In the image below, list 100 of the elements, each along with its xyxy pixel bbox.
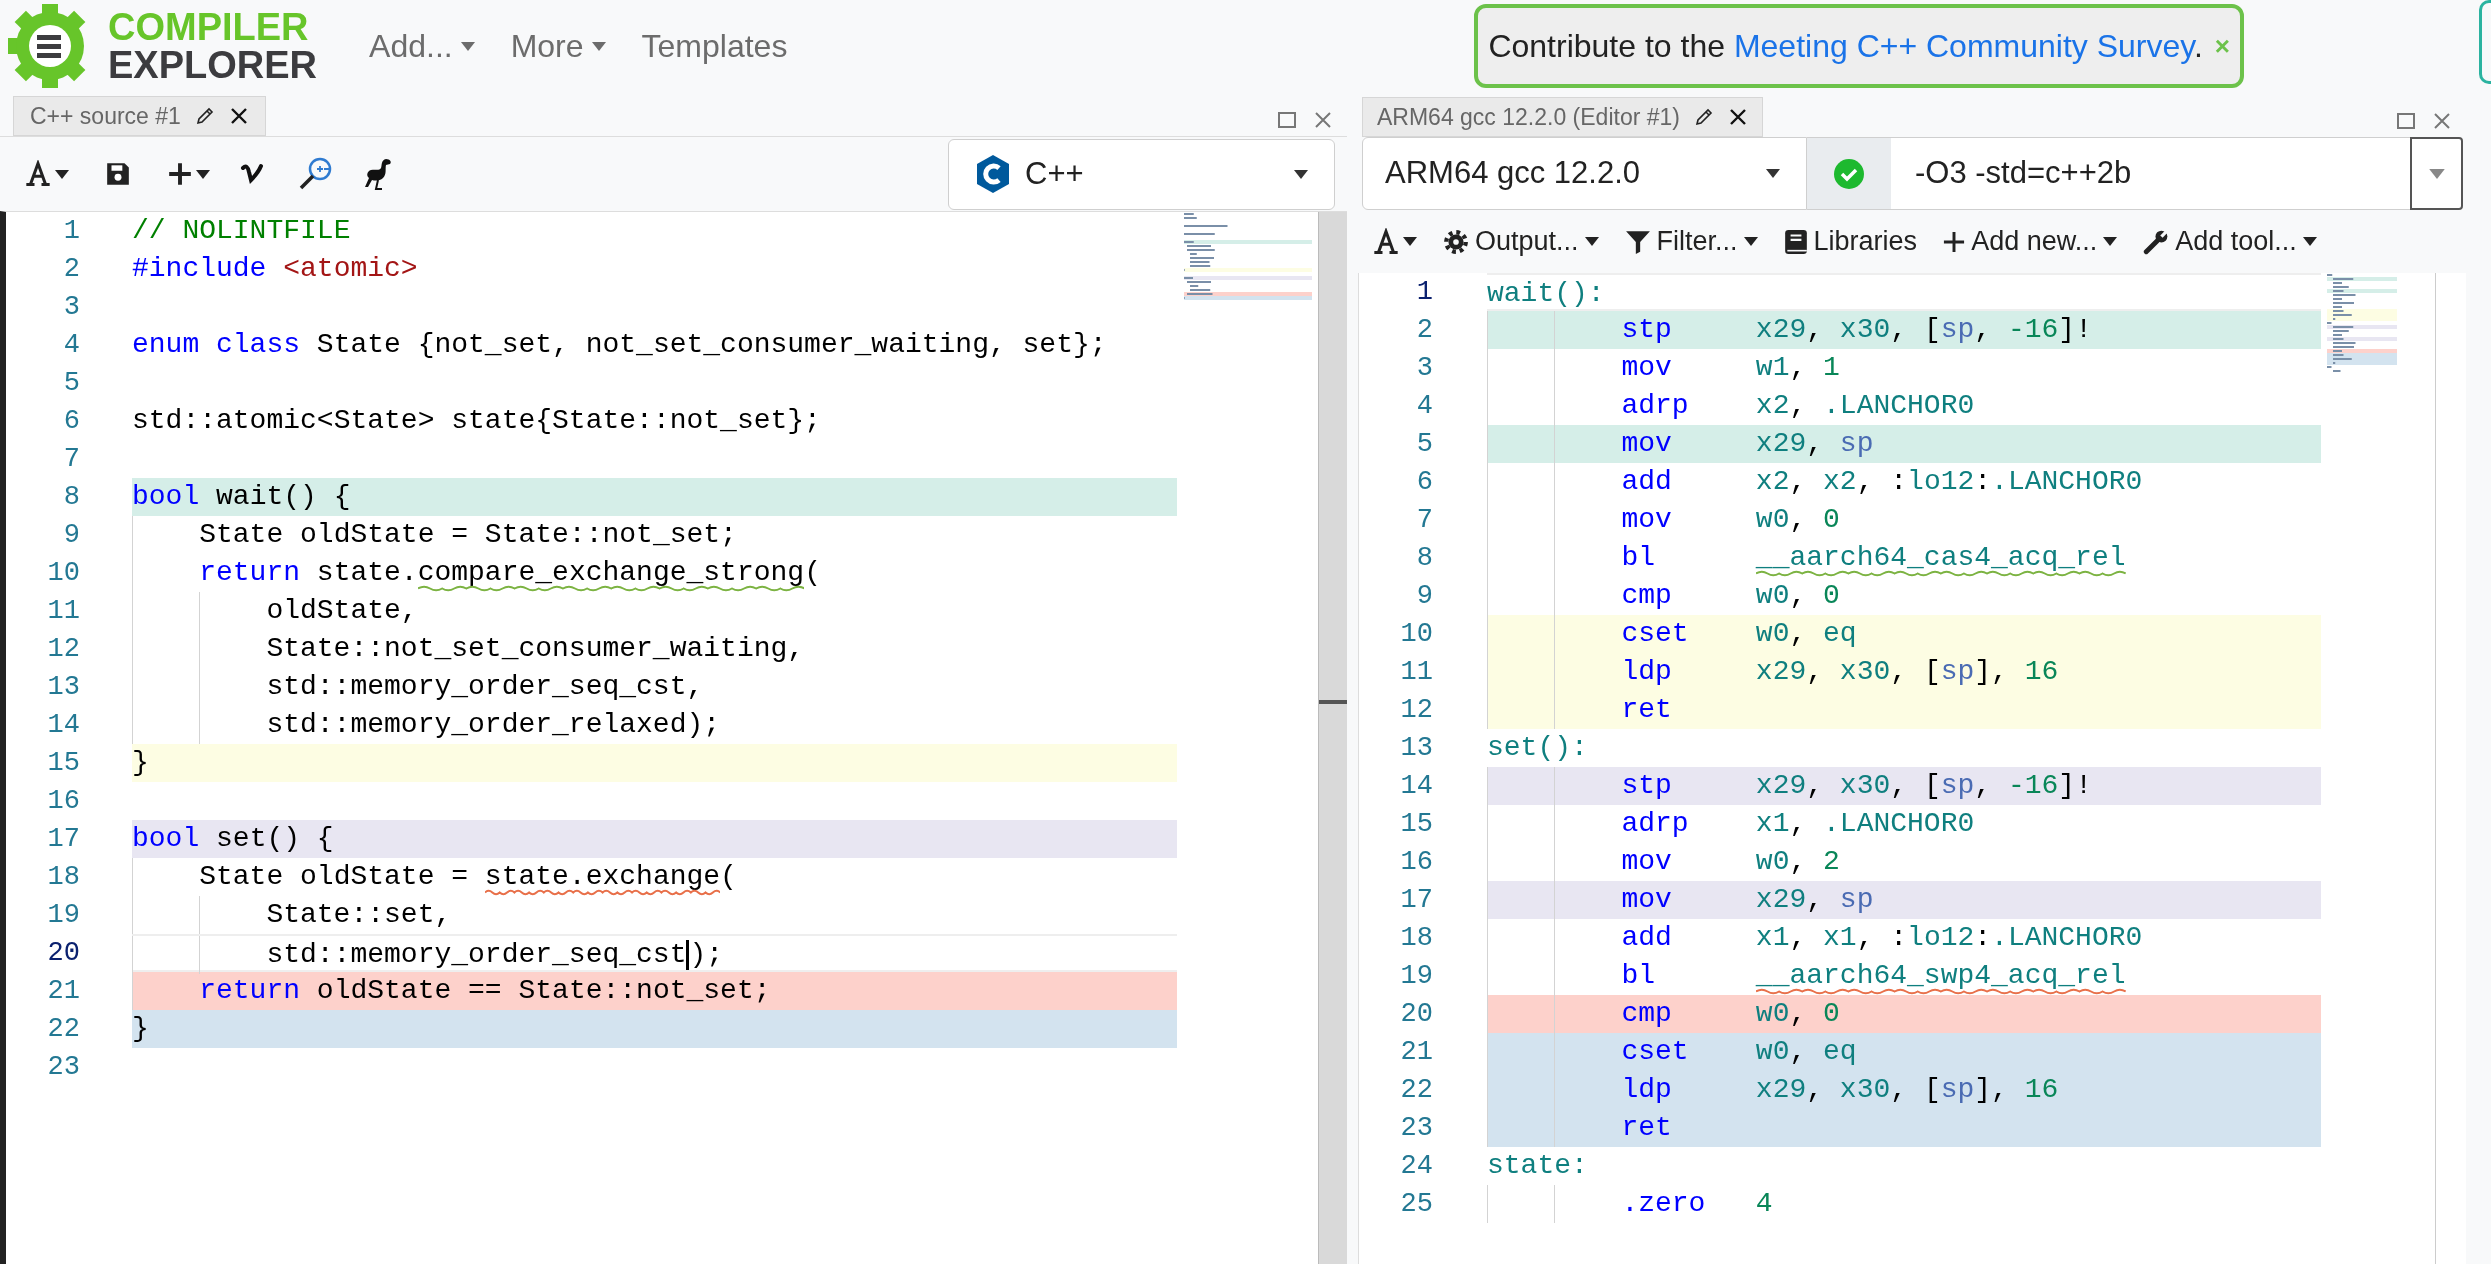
- scrollbar[interactable]: [1318, 212, 1347, 1264]
- line-number: 3: [1415, 352, 1433, 385]
- line-number: 22: [1399, 1074, 1433, 1107]
- line-number: 11: [46, 595, 80, 628]
- line-number: 10: [1399, 618, 1433, 651]
- line-number: 17: [46, 823, 80, 856]
- menu-button[interactable]: Templates: [629, 22, 800, 70]
- code-line: // NOLINTFILE: [132, 214, 352, 248]
- code-line: state:: [1487, 1149, 1589, 1183]
- code-line: std::memory_order_seq_cst);: [132, 934, 1177, 972]
- code-line: return state.compare_exchange_strong(: [132, 554, 1177, 592]
- menu-button[interactable]: Add...: [357, 22, 487, 70]
- caret-icon: [1766, 169, 1780, 178]
- close-icon[interactable]: [228, 106, 249, 126]
- code-line: mov w0, 0: [1487, 501, 2321, 539]
- line-number: 20: [1399, 998, 1433, 1031]
- v-icon: [240, 162, 266, 186]
- funnel-icon: [1624, 228, 1651, 255]
- toolbar-button[interactable]: Add tool...: [2143, 221, 2317, 262]
- language-select[interactable]: C++: [948, 138, 1335, 210]
- code-line: enum class State {not_set, not_set_consumer_waiting, set};: [132, 328, 1108, 362]
- editor-tab[interactable]: ARM64 gcc 12.2.0 (Editor #1): [1362, 97, 1763, 137]
- close-icon[interactable]: [1728, 107, 1748, 127]
- line-number: 8: [1415, 542, 1433, 575]
- check-icon: [1833, 157, 1865, 190]
- options-field[interactable]: -O3 -std=c++2b: [1891, 137, 2410, 210]
- code-line: mov w1, 1: [1487, 349, 2321, 387]
- save-button[interactable]: [105, 161, 131, 187]
- line-number: 7: [62, 443, 80, 476]
- code-line: std::atomic<State> state{State::not_set};: [132, 404, 822, 438]
- line-number: 7: [1415, 504, 1433, 537]
- toolbar-button[interactable]: Output...: [1443, 221, 1599, 262]
- code-line: State::not_set_consumer_waiting,: [132, 630, 1177, 668]
- caret-icon: [196, 169, 210, 179]
- line-number: 6: [62, 405, 80, 438]
- search-button[interactable]: [298, 156, 334, 192]
- code-line: State::set,: [132, 896, 1177, 934]
- line-number: 19: [46, 899, 80, 932]
- line-number: 9: [1415, 580, 1433, 613]
- line-number: 5: [1415, 428, 1433, 461]
- line-number: 13: [1399, 732, 1433, 765]
- line-number: 17: [1399, 884, 1433, 917]
- line-number: 23: [46, 1051, 80, 1084]
- line-number: 12: [46, 633, 80, 666]
- book-icon: [1783, 228, 1808, 255]
- save-icon: [105, 161, 131, 187]
- line-number: 6: [1415, 466, 1433, 499]
- code-line: wait():: [1487, 273, 2321, 311]
- caret-icon: [1294, 169, 1308, 179]
- code-line: oldState,: [132, 592, 1177, 630]
- pencil-icon[interactable]: [194, 106, 215, 126]
- font-icon: [1372, 227, 1400, 256]
- line-number: 25: [1399, 1188, 1433, 1221]
- line-number: 16: [46, 785, 80, 818]
- maximize-icon[interactable]: [1277, 110, 1297, 130]
- toolbar-button[interactable]: Filter...: [1624, 221, 1758, 262]
- line-number: 22: [46, 1013, 80, 1046]
- dropdown-button[interactable]: [2410, 137, 2463, 210]
- maximize-icon[interactable]: [2396, 111, 2416, 131]
- code-line: bl __aarch64_cas4_acq_rel: [1487, 539, 2321, 577]
- line-number: 11: [1399, 656, 1433, 689]
- survey-link[interactable]: Meeting C++ Community Survey: [1733, 28, 2194, 64]
- add-button[interactable]: [167, 161, 210, 187]
- line-number: 10: [46, 557, 80, 590]
- plus-icon: [1943, 230, 1966, 253]
- line-number: 4: [62, 329, 80, 362]
- line-number: 14: [46, 709, 80, 742]
- vim-button[interactable]: [240, 162, 266, 186]
- minimap-drawing[interactable]: [2327, 273, 2397, 373]
- line-number: 16: [1399, 846, 1433, 879]
- line-number: 2: [1415, 314, 1433, 347]
- pencil-icon[interactable]: [1694, 107, 1714, 127]
- font-button[interactable]: [1372, 227, 1417, 256]
- line-number: 4: [1415, 390, 1433, 423]
- line-number: 15: [46, 747, 80, 780]
- code-line: State oldState = state.exchange(: [132, 858, 1177, 896]
- line-number: 5: [62, 367, 80, 400]
- line-number: 9: [62, 519, 80, 552]
- line-number: 18: [1399, 922, 1433, 955]
- code-line: std::memory_order_seq_cst,: [132, 668, 1177, 706]
- toolbar-button[interactable]: Libraries: [1783, 221, 1918, 262]
- gear-icon: [1443, 228, 1469, 255]
- font-icon: [24, 160, 52, 188]
- line-number: 8: [62, 481, 80, 514]
- font-button[interactable]: [24, 160, 69, 188]
- code-line: add x1, x1, :lo12:.LANCHOR0: [1487, 919, 2321, 957]
- line-number: 19: [1399, 960, 1433, 993]
- logo-text: EXPLORER: [108, 46, 318, 84]
- compiler-select[interactable]: ARM64 gcc 12.2.0: [1362, 137, 1807, 210]
- menu-button[interactable]: More: [498, 22, 618, 70]
- line-number: 21: [1399, 1036, 1433, 1069]
- editor-tab[interactable]: C++ source #1: [13, 96, 266, 136]
- toolbar-button[interactable]: Add new...: [1943, 221, 2118, 262]
- cpp-logo-icon: [975, 154, 1011, 194]
- line-number: 2: [62, 253, 80, 286]
- line-number: 12: [1399, 694, 1433, 727]
- line-number: 20: [46, 937, 80, 970]
- magnifier-icon: [298, 156, 334, 192]
- banner-message: Contribute to the Meeting C++ Community Survey.: [1488, 27, 2203, 66]
- caret-icon: [2428, 168, 2445, 179]
